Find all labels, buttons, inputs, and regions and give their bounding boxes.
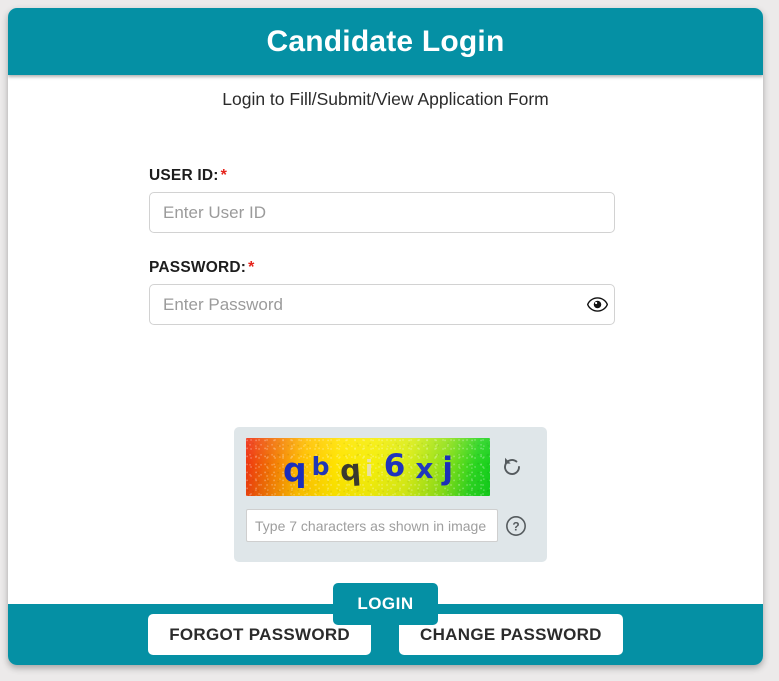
captcha-char-1: b [311, 451, 330, 481]
captcha-char-6: j [442, 451, 454, 487]
subtitle: Login to Fill/Submit/View Application Fo… [222, 89, 549, 109]
user-id-label: USER ID: * [149, 167, 622, 185]
password-required-asterisk: * [248, 259, 255, 276]
captcha-char-2: q [339, 452, 363, 488]
login-page: Candidate Login Login to Fill/Submit/Vie… [0, 0, 779, 681]
captcha-input[interactable] [246, 509, 498, 542]
captcha-char-4: 6 [383, 448, 406, 484]
svg-text:?: ? [512, 519, 519, 533]
password-label: PASSWORD: * [149, 259, 622, 277]
card-body: Login to Fill/Submit/View Application Fo… [8, 75, 763, 625]
password-input-wrapper [149, 284, 622, 325]
user-id-label-text: USER ID: [149, 167, 219, 184]
captcha-image: q b q i 6 x j [246, 438, 490, 496]
captcha-char-3: i [365, 456, 373, 482]
captcha-char-5: x [415, 451, 434, 485]
eye-icon-glyph [586, 297, 608, 312]
captcha-bottom-row: ? [246, 509, 535, 542]
user-id-required-asterisk: * [220, 167, 228, 184]
login-button-row: LOGIN [8, 583, 763, 625]
refresh-icon[interactable] [499, 454, 525, 480]
password-input[interactable] [149, 284, 615, 325]
help-icon-glyph: ? [506, 515, 526, 536]
captcha-panel: q b q i 6 x j Type 7 characters as shown… [234, 427, 547, 562]
eye-icon[interactable] [586, 294, 608, 316]
password-field-block: PASSWORD: * [149, 259, 622, 325]
login-button[interactable]: LOGIN [333, 583, 438, 625]
password-label-text: PASSWORD: [149, 259, 247, 276]
captcha-characters: q b q i 6 x j [246, 438, 490, 496]
help-icon[interactable]: ? [505, 515, 527, 537]
card-header: Candidate Login [8, 8, 763, 75]
page-title: Candidate Login [266, 24, 505, 58]
user-id-input[interactable] [149, 192, 615, 233]
captcha-char-0: q [282, 449, 307, 489]
login-card: Candidate Login Login to Fill/Submit/Vie… [8, 8, 763, 665]
captcha-top-row: q b q i 6 x j [246, 438, 535, 496]
login-form: USER ID:* PASSWORD:* [149, 167, 622, 351]
refresh-icon-glyph [504, 457, 520, 475]
user-id-field-block: USER ID: * [149, 167, 622, 233]
